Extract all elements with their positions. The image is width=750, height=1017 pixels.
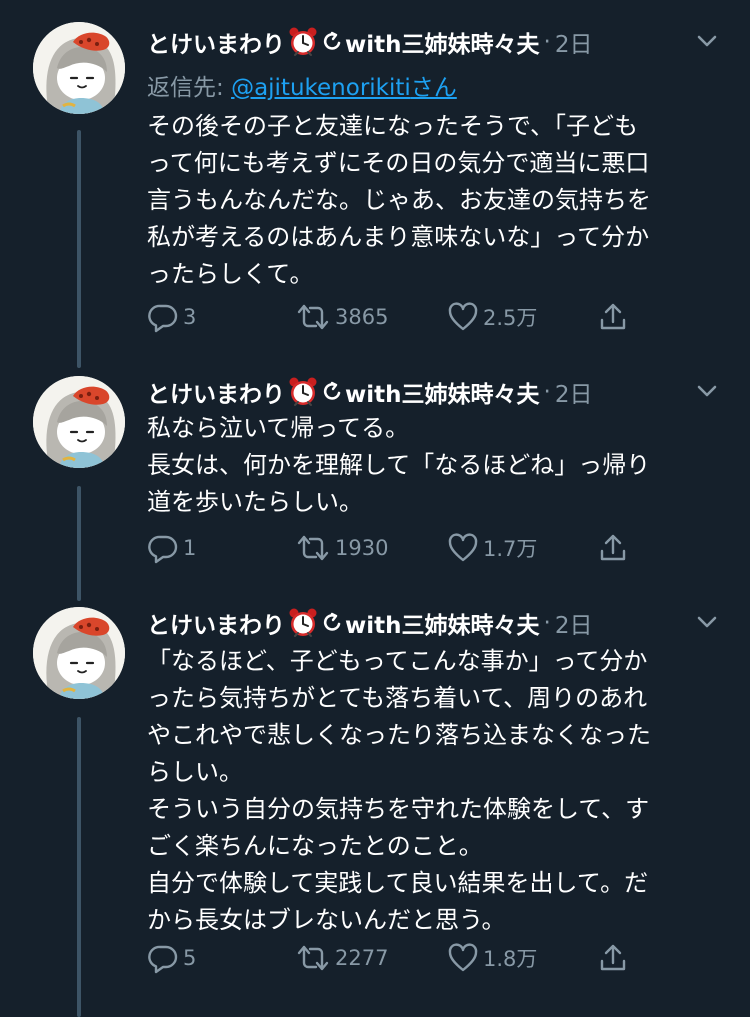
reply-count: 1 <box>183 536 197 560</box>
retweet-icon <box>295 301 331 333</box>
like-button[interactable]: 2.5万 <box>447 299 537 335</box>
retweet-icon <box>295 942 331 974</box>
reply-to-line: 返信先: @ajitukenorikitiさん <box>147 68 457 102</box>
avatar[interactable] <box>33 22 125 114</box>
timestamp[interactable]: 2日 <box>555 606 593 640</box>
alarm-clock-icon <box>287 607 319 639</box>
tweet-header: とけいまわり with三姉妹時々夫 · 2日 <box>147 22 592 62</box>
curved-arrow-icon <box>321 381 343 403</box>
timestamp[interactable]: 2日 <box>555 25 593 59</box>
retweet-count: 3865 <box>335 305 389 329</box>
action-bar: 3 3865 2.5万 <box>147 299 647 335</box>
like-button[interactable]: 1.7万 <box>447 530 537 566</box>
action-bar: 1 1930 1.7万 <box>147 530 647 566</box>
like-count: 2.5万 <box>483 306 538 330</box>
avatar-image <box>33 607 125 699</box>
avatar-image <box>33 22 125 114</box>
avatar[interactable] <box>33 376 125 468</box>
reply-icon <box>147 942 179 974</box>
like-count: 1.8万 <box>483 947 538 971</box>
tweet[interactable]: とけいまわり with三姉妹時々夫 · 2日 私なら泣いて帰ってる。 長女は、何… <box>0 372 750 592</box>
share-icon <box>597 942 629 974</box>
retweet-count: 2277 <box>335 946 389 970</box>
avatar-image <box>33 376 125 468</box>
share-button[interactable] <box>597 299 633 335</box>
alarm-clock-icon <box>287 26 319 58</box>
share-button[interactable] <box>597 940 633 976</box>
author-name[interactable]: とけいまわり <box>147 25 285 59</box>
like-button[interactable]: 1.8万 <box>447 940 537 976</box>
tweet-text: 私なら泣いて帰ってる。 長女は、何かを理解して「なるほどね」っ帰り 道を歩いたら… <box>147 414 651 516</box>
chevron-down-icon[interactable] <box>694 28 720 54</box>
chevron-down-icon[interactable] <box>694 378 720 404</box>
reply-count: 3 <box>183 305 197 329</box>
share-icon <box>597 301 629 333</box>
tweet[interactable]: とけいまわり with三姉妹時々夫 · 2日 「なるほど、子どもってこんな事か」… <box>0 603 750 1003</box>
tweet[interactable]: とけいまわり with三姉妹時々夫 · 2日 返信先: @ajitukenori… <box>0 22 750 352</box>
reply-button[interactable]: 3 <box>147 299 196 335</box>
timestamp[interactable]: 2日 <box>555 375 593 409</box>
reply-to-handle-link[interactable]: @ajitukenorikitiさん <box>231 75 457 101</box>
action-bar: 5 2277 1.8万 <box>147 940 647 976</box>
curved-arrow-icon <box>321 31 343 53</box>
separator-dot: · <box>543 29 551 55</box>
retweet-icon <box>295 532 331 564</box>
retweet-count: 1930 <box>335 536 389 560</box>
author-name-suffix[interactable]: with三姉妹時々夫 <box>345 375 540 409</box>
reply-icon <box>147 301 179 333</box>
author-name-suffix[interactable]: with三姉妹時々夫 <box>345 25 540 59</box>
avatar[interactable] <box>33 607 125 699</box>
tweet-header: とけいまわり with三姉妹時々夫 · 2日 <box>147 372 592 412</box>
separator-dot: · <box>543 379 551 405</box>
share-button[interactable] <box>597 530 633 566</box>
retweet-button[interactable]: 1930 <box>295 530 388 566</box>
reply-icon <box>147 532 179 564</box>
heart-icon <box>447 301 479 333</box>
alarm-clock-icon <box>287 376 319 408</box>
retweet-button[interactable]: 3865 <box>295 299 388 335</box>
curved-arrow-icon <box>321 612 343 634</box>
like-count: 1.7万 <box>483 537 538 561</box>
separator-dot: · <box>543 610 551 636</box>
reply-count: 5 <box>183 946 197 970</box>
author-name[interactable]: とけいまわり <box>147 375 285 409</box>
reply-to-prefix: 返信先: <box>147 75 232 101</box>
retweet-button[interactable]: 2277 <box>295 940 388 976</box>
tweet-header: とけいまわり with三姉妹時々夫 · 2日 <box>147 603 592 643</box>
reply-button[interactable]: 5 <box>147 940 196 976</box>
heart-icon <box>447 532 479 564</box>
heart-icon <box>447 942 479 974</box>
author-name-suffix[interactable]: with三姉妹時々夫 <box>345 606 540 640</box>
chevron-down-icon[interactable] <box>694 609 720 635</box>
author-name[interactable]: とけいまわり <box>147 606 285 640</box>
tweet-text: 「なるほど、子どもってこんな事か」って分か ったら気持ちがとても落ち着いて、周り… <box>147 647 651 934</box>
share-icon <box>597 532 629 564</box>
tweet-text: その後その子と友達になったそうで、「子ども って何にも考えずにその日の気分で適当… <box>147 112 651 288</box>
reply-button[interactable]: 1 <box>147 530 196 566</box>
